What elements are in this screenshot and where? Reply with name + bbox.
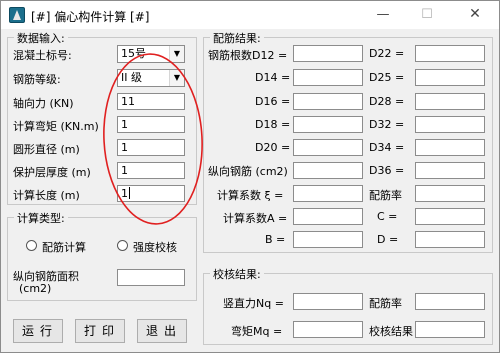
a-coefficient-label: 计算系数A = xyxy=(223,212,288,225)
check-ratio-label: 配筋率 xyxy=(369,297,402,310)
d32-output[interactable] xyxy=(415,116,485,133)
d16-output[interactable] xyxy=(293,93,363,110)
rebar-result-group-title: 配筋结果: xyxy=(210,30,264,46)
check-ratio-output[interactable] xyxy=(415,293,485,310)
d18-output[interactable] xyxy=(293,116,363,133)
b-coefficient-label: B = xyxy=(265,233,286,246)
calc-length-value: 1 xyxy=(121,187,128,200)
reinforcement-ratio-label: 配筋率 xyxy=(369,189,402,202)
close-button[interactable]: ✕ xyxy=(453,1,497,29)
strength-check-radio[interactable] xyxy=(117,240,128,251)
moment-label: 计算弯矩 (KN.m) xyxy=(13,120,99,133)
app-icon xyxy=(9,7,25,23)
vertical-force-label: 竖直力Nq = xyxy=(223,297,284,310)
c-coefficient-label: C = xyxy=(377,210,398,223)
d12-output[interactable] xyxy=(293,45,363,62)
d16-label: D16 = xyxy=(255,95,291,108)
chevron-down-icon[interactable]: ▼ xyxy=(169,70,184,86)
cover-thickness-input[interactable]: 1 xyxy=(117,162,185,179)
rebar-grade-value: II 级 xyxy=(121,71,142,84)
d34-output[interactable] xyxy=(415,139,485,156)
print-button[interactable]: 打印 xyxy=(75,319,125,343)
text-cursor xyxy=(129,187,130,199)
concrete-grade-label: 混凝土标号: xyxy=(13,49,72,62)
exit-button[interactable]: 退出 xyxy=(137,319,187,343)
d28-output[interactable] xyxy=(415,93,485,110)
rebar-grade-label: 钢筋等级: xyxy=(13,73,61,86)
maximize-button[interactable]: ☐ xyxy=(405,1,449,29)
check-result-output[interactable] xyxy=(415,321,485,338)
d36-label: D36 = xyxy=(369,164,405,177)
run-button[interactable]: 运行 xyxy=(13,319,63,343)
concrete-grade-value: 15号 xyxy=(121,47,146,60)
steel-area-unit-label: (cm2) xyxy=(19,282,52,295)
d-coefficient-label: D = xyxy=(377,233,399,246)
d14-output[interactable] xyxy=(293,69,363,86)
d-coefficient-output[interactable] xyxy=(415,231,485,248)
a-coefficient-output[interactable] xyxy=(293,208,363,225)
diameter-input[interactable]: 1 xyxy=(117,139,185,156)
d25-output[interactable] xyxy=(415,69,485,86)
bar-count-d12-label: 钢筋根数D12 = xyxy=(208,49,288,62)
check-result-label: 校核结果 xyxy=(369,325,413,338)
xi-coefficient-label: 计算系数 ξ = xyxy=(217,189,284,202)
moment-check-label: 弯矩Mq = xyxy=(231,325,283,338)
diameter-label: 圆形直径 (m) xyxy=(13,143,80,156)
reinforcement-ratio-output[interactable] xyxy=(415,185,485,202)
d22-output[interactable] xyxy=(415,45,485,62)
check-result-group-title: 校核结果: xyxy=(210,266,264,282)
calc-type-group-title: 计算类型: xyxy=(14,210,68,226)
vertical-force-output[interactable] xyxy=(293,293,363,310)
moment-input[interactable]: 1 xyxy=(117,116,185,133)
calc-length-label: 计算长度 (m) xyxy=(13,189,80,202)
rebar-calc-radio[interactable] xyxy=(26,240,37,251)
long-rebar-output[interactable] xyxy=(293,162,363,179)
steel-area-input[interactable] xyxy=(117,269,185,286)
d14-label: D14 = xyxy=(255,71,291,84)
b-coefficient-output[interactable] xyxy=(293,231,363,248)
chevron-down-icon[interactable]: ▼ xyxy=(169,46,184,62)
d34-label: D34 = xyxy=(369,141,405,154)
xi-coefficient-output[interactable] xyxy=(293,185,363,202)
d20-label: D20 = xyxy=(255,141,291,154)
axial-force-label: 轴向力 (KN) xyxy=(13,97,74,110)
d18-label: D18 = xyxy=(255,118,291,131)
d25-label: D25 = xyxy=(369,71,405,84)
long-rebar-label: 纵向钢筋 (cm2) xyxy=(208,165,288,178)
window-title: [#] 偏心构件计算 [#] xyxy=(31,10,150,24)
rebar-calc-label[interactable]: 配筋计算 xyxy=(42,239,86,255)
calc-length-input[interactable]: 1 xyxy=(117,185,185,202)
app-window: [#] 偏心构件计算 [#] — ☐ ✕ 数据输入: 混凝土标号: 15号 ▼ … xyxy=(0,0,500,353)
d32-label: D32 = xyxy=(369,118,405,131)
minimize-button[interactable]: — xyxy=(361,1,405,29)
rebar-grade-select[interactable]: II 级 ▼ xyxy=(117,69,185,87)
c-coefficient-output[interactable] xyxy=(415,208,485,225)
cover-thickness-label: 保护层厚度 (m) xyxy=(13,166,91,179)
d36-output[interactable] xyxy=(415,162,485,179)
d22-label: D22 = xyxy=(369,47,405,60)
moment-check-output[interactable] xyxy=(293,321,363,338)
strength-check-label[interactable]: 强度校核 xyxy=(133,239,177,255)
concrete-grade-select[interactable]: 15号 ▼ xyxy=(117,45,185,63)
d20-output[interactable] xyxy=(293,139,363,156)
data-input-group-title: 数据输入: xyxy=(14,30,68,46)
d28-label: D28 = xyxy=(369,95,405,108)
title-bar: [#] 偏心构件计算 [#] — ☐ ✕ xyxy=(1,1,499,29)
axial-force-input[interactable]: 11 xyxy=(117,93,185,110)
